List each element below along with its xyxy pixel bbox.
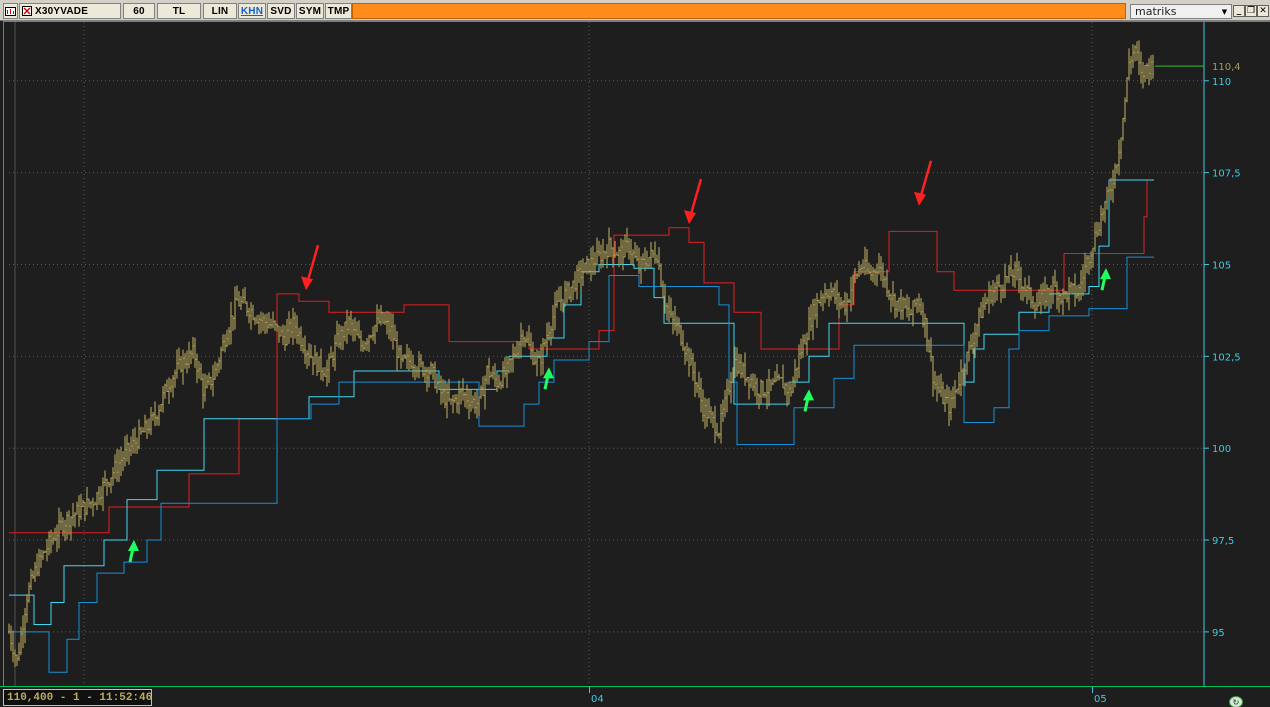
period-button[interactable]: 60 (123, 3, 155, 19)
restore-icon[interactable]: ❐ (1245, 5, 1257, 17)
symbol-icon (22, 6, 32, 16)
price-chart[interactable]: 95 97,5 100 102,5 105 107,5 110 110,4 (4, 22, 1270, 687)
refresh-icon[interactable]: ↻ (1229, 696, 1243, 707)
date-tick-05 (1092, 687, 1093, 693)
dropdown-icon[interactable]: ▼ (1219, 6, 1230, 17)
close-icon[interactable]: ✕ (1257, 5, 1269, 17)
brand-label: matriks (1135, 5, 1177, 18)
chart-toolbar: X30YVADE 60 TL LIN KHN SVD SYM TMP matri… (0, 0, 1270, 21)
date-tick-04 (589, 687, 590, 693)
currency-button[interactable]: TL (157, 3, 201, 19)
tmp-button[interactable]: TMP (325, 3, 352, 19)
y-tick-label: 95 (1212, 628, 1225, 639)
date-label-04: 04 (591, 694, 604, 705)
last-price-label: 110,4 (1212, 62, 1241, 73)
chart-menu-icon[interactable] (3, 3, 18, 19)
chart-type-button[interactable]: KHN (238, 3, 266, 19)
minimize-icon[interactable]: _ (1233, 5, 1245, 17)
chart-panel[interactable]: 95 97,5 100 102,5 105 107,5 110 110,4 (3, 21, 1270, 687)
symbol-selector[interactable]: X30YVADE (19, 3, 121, 19)
y-tick-label: 107,5 (1212, 169, 1241, 180)
price-readout: 110,400 - 1 - 11:52:46 (3, 689, 152, 706)
svd-button[interactable]: SVD (267, 3, 295, 19)
y-tick-label: 105 (1212, 260, 1231, 271)
symbol-label: X30YVADE (35, 5, 89, 17)
y-tick-label: 97,5 (1212, 536, 1234, 547)
sym-button[interactable]: SYM (296, 3, 324, 19)
toolbar-title-strip (352, 3, 1126, 19)
scale-button[interactable]: LIN (203, 3, 237, 19)
status-bar: 110,400 - 1 - 11:52:46 04 05 ↻ (0, 686, 1270, 707)
y-tick-label: 100 (1212, 444, 1231, 455)
plot-background (4, 22, 1270, 687)
brand-selector[interactable]: matriks ▼ (1130, 4, 1232, 19)
y-tick-label: 110 (1212, 77, 1231, 88)
date-label-05: 05 (1094, 694, 1107, 705)
y-tick-label: 102,5 (1212, 352, 1241, 363)
